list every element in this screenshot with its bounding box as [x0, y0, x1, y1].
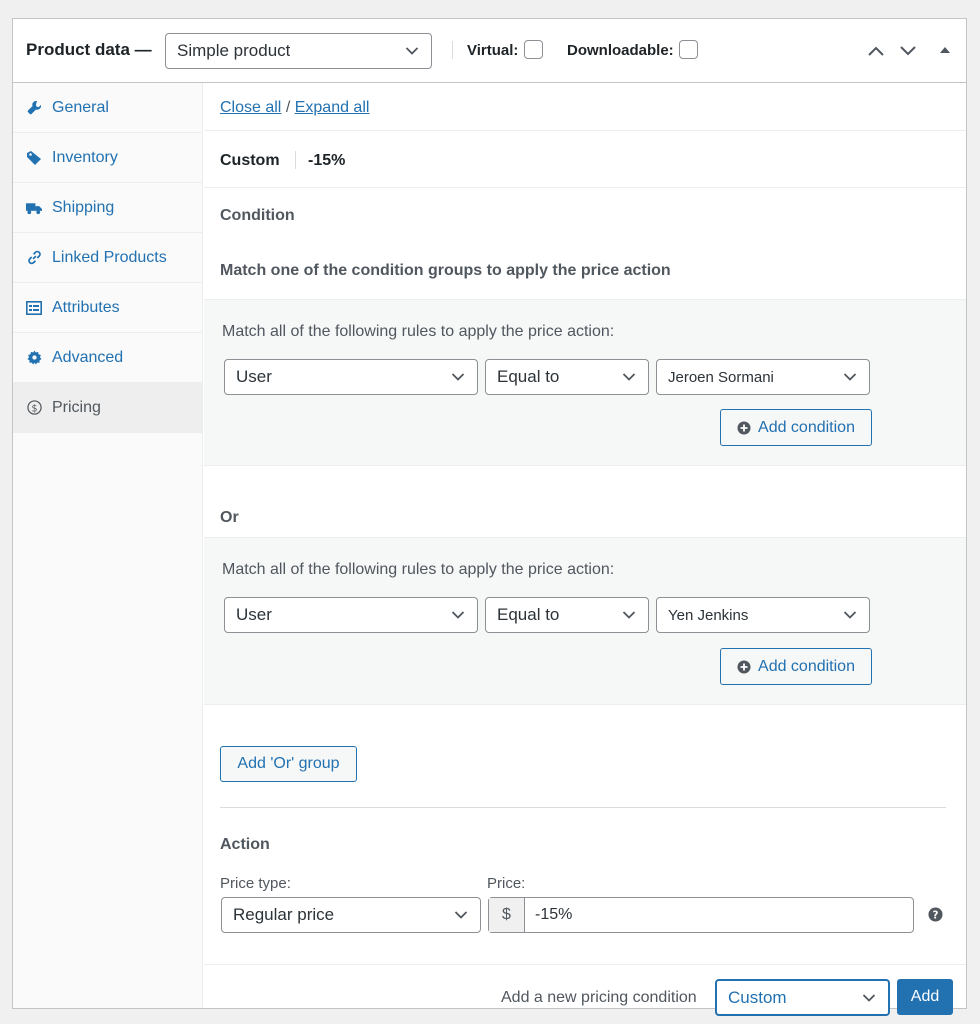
- divider: [204, 964, 966, 965]
- links-separator: /: [285, 99, 291, 116]
- tab-label: General: [52, 98, 109, 116]
- virtual-label: Virtual:: [467, 42, 519, 59]
- truck-icon: [26, 200, 42, 216]
- price-type-select[interactable]: Regular price: [221, 897, 481, 933]
- tab-advanced[interactable]: Advanced: [13, 333, 203, 383]
- condition-value-select[interactable]: Jeroen Sormani: [656, 359, 870, 395]
- divider: [204, 187, 966, 188]
- tab-label: Shipping: [52, 198, 115, 216]
- or-label: Or: [220, 509, 239, 526]
- tab-shipping[interactable]: Shipping: [13, 183, 203, 233]
- svg-text:$: $: [31, 403, 37, 414]
- add-condition-label: Add condition: [758, 418, 855, 436]
- condition-description: Match one of the condition groups to app…: [220, 262, 671, 279]
- tab-linked-products[interactable]: Linked Products: [13, 233, 203, 283]
- tab-label: Inventory: [52, 148, 118, 166]
- operator-value: Equal to: [497, 367, 560, 386]
- chevron-down-icon: [622, 373, 636, 381]
- price-type-label: Price type:: [220, 875, 291, 892]
- tab-label: Attributes: [52, 298, 120, 316]
- chevron-down-icon: [454, 911, 468, 919]
- currency-symbol: $: [489, 898, 525, 932]
- expand-all-link[interactable]: Expand all: [295, 99, 370, 116]
- tab-label: Advanced: [52, 348, 124, 366]
- new-condition-type-value: Custom: [728, 987, 787, 1007]
- new-condition-type-select[interactable]: Custom: [715, 979, 890, 1016]
- chevron-down-icon: [405, 47, 419, 55]
- downloadable-checkbox[interactable]: [679, 40, 698, 59]
- product-type-select[interactable]: Simple product: [165, 33, 432, 69]
- virtual-checkbox[interactable]: [524, 40, 543, 59]
- product-data-title: Product data —: [26, 40, 152, 59]
- product-type-value: Simple product: [177, 41, 291, 60]
- header-separator: [452, 41, 453, 59]
- group-description: Match all of the following rules to appl…: [222, 323, 615, 340]
- dollar-circle-icon: $: [26, 400, 42, 416]
- field-value: User: [236, 605, 272, 624]
- add-condition-label: Add condition: [758, 657, 855, 675]
- chevron-down-icon: [843, 611, 857, 619]
- collapse-triangle-icon[interactable]: [938, 43, 952, 57]
- close-all-link[interactable]: Close all: [220, 99, 281, 116]
- group-description: Match all of the following rules to appl…: [222, 561, 615, 578]
- tab-attributes[interactable]: Attributes: [13, 283, 203, 333]
- tab-label: Pricing: [52, 398, 101, 416]
- rule-value: -15%: [308, 152, 346, 169]
- divider: [204, 130, 966, 131]
- chevron-down-icon[interactable]: [898, 41, 918, 61]
- tab-label: Linked Products: [52, 248, 167, 266]
- product-data-tabs: General Inventory Shipping Linked Produc…: [13, 83, 203, 1008]
- add-button-label: Add: [910, 988, 940, 1005]
- plus-circle-icon: [737, 421, 751, 434]
- tag-icon: [26, 150, 42, 166]
- condition-field-select[interactable]: User: [224, 597, 478, 633]
- add-condition-button[interactable]: Add condition: [720, 409, 872, 446]
- chevron-up-icon[interactable]: [866, 41, 886, 61]
- field-value: User: [236, 367, 272, 386]
- plus-circle-icon: [737, 660, 751, 673]
- condition-operator-select[interactable]: Equal to: [485, 597, 649, 633]
- product-data-panel: Product data — Simple product Virtual: D…: [12, 18, 967, 1016]
- gear-icon: [26, 350, 42, 366]
- user-value: Jeroen Sormani: [668, 368, 774, 386]
- divider: [220, 807, 946, 808]
- add-button[interactable]: Add: [897, 979, 953, 1015]
- condition-heading: Condition: [220, 207, 295, 224]
- list-icon: [26, 300, 42, 316]
- price-label: Price:: [487, 875, 526, 892]
- svg-text:?: ?: [933, 909, 939, 921]
- help-icon[interactable]: ?: [928, 907, 943, 922]
- condition-field-select[interactable]: User: [224, 359, 478, 395]
- price-field: $: [488, 897, 914, 933]
- rule-name[interactable]: Custom: [220, 152, 280, 170]
- add-new-label: Add a new pricing condition: [501, 989, 697, 1006]
- toggle-links: Close all / Expand all: [220, 99, 369, 117]
- condition-group: Match all of the following rules to appl…: [204, 299, 966, 466]
- rule-separator: [295, 151, 296, 169]
- wrench-icon: [26, 100, 42, 116]
- tab-pricing[interactable]: $ Pricing: [13, 383, 203, 433]
- action-heading: Action: [220, 836, 270, 853]
- link-icon: [26, 250, 42, 266]
- price-input[interactable]: [525, 898, 913, 932]
- condition-operator-select[interactable]: Equal to: [485, 359, 649, 395]
- chevron-down-icon: [622, 611, 636, 619]
- pricing-panel: Close all / Expand all Custom -15% Condi…: [204, 83, 966, 1016]
- price-type-value: Regular price: [233, 905, 335, 924]
- add-condition-button[interactable]: Add condition: [720, 648, 872, 685]
- chevron-down-icon: [843, 373, 857, 381]
- operator-value: Equal to: [497, 605, 560, 624]
- condition-group: Match all of the following rules to appl…: [204, 537, 966, 705]
- chevron-down-icon: [451, 373, 465, 381]
- tab-inventory[interactable]: Inventory: [13, 133, 203, 183]
- add-or-group-label: Add 'Or' group: [237, 755, 340, 772]
- condition-value-select[interactable]: Yen Jenkins: [656, 597, 870, 633]
- product-data-header: Product data — Simple product Virtual: D…: [13, 19, 966, 83]
- tab-general[interactable]: General: [13, 83, 203, 133]
- user-value: Yen Jenkins: [668, 606, 749, 624]
- chevron-down-icon: [862, 993, 876, 1002]
- downloadable-label: Downloadable:: [567, 42, 674, 59]
- add-or-group-button[interactable]: Add 'Or' group: [220, 746, 357, 782]
- chevron-down-icon: [451, 611, 465, 619]
